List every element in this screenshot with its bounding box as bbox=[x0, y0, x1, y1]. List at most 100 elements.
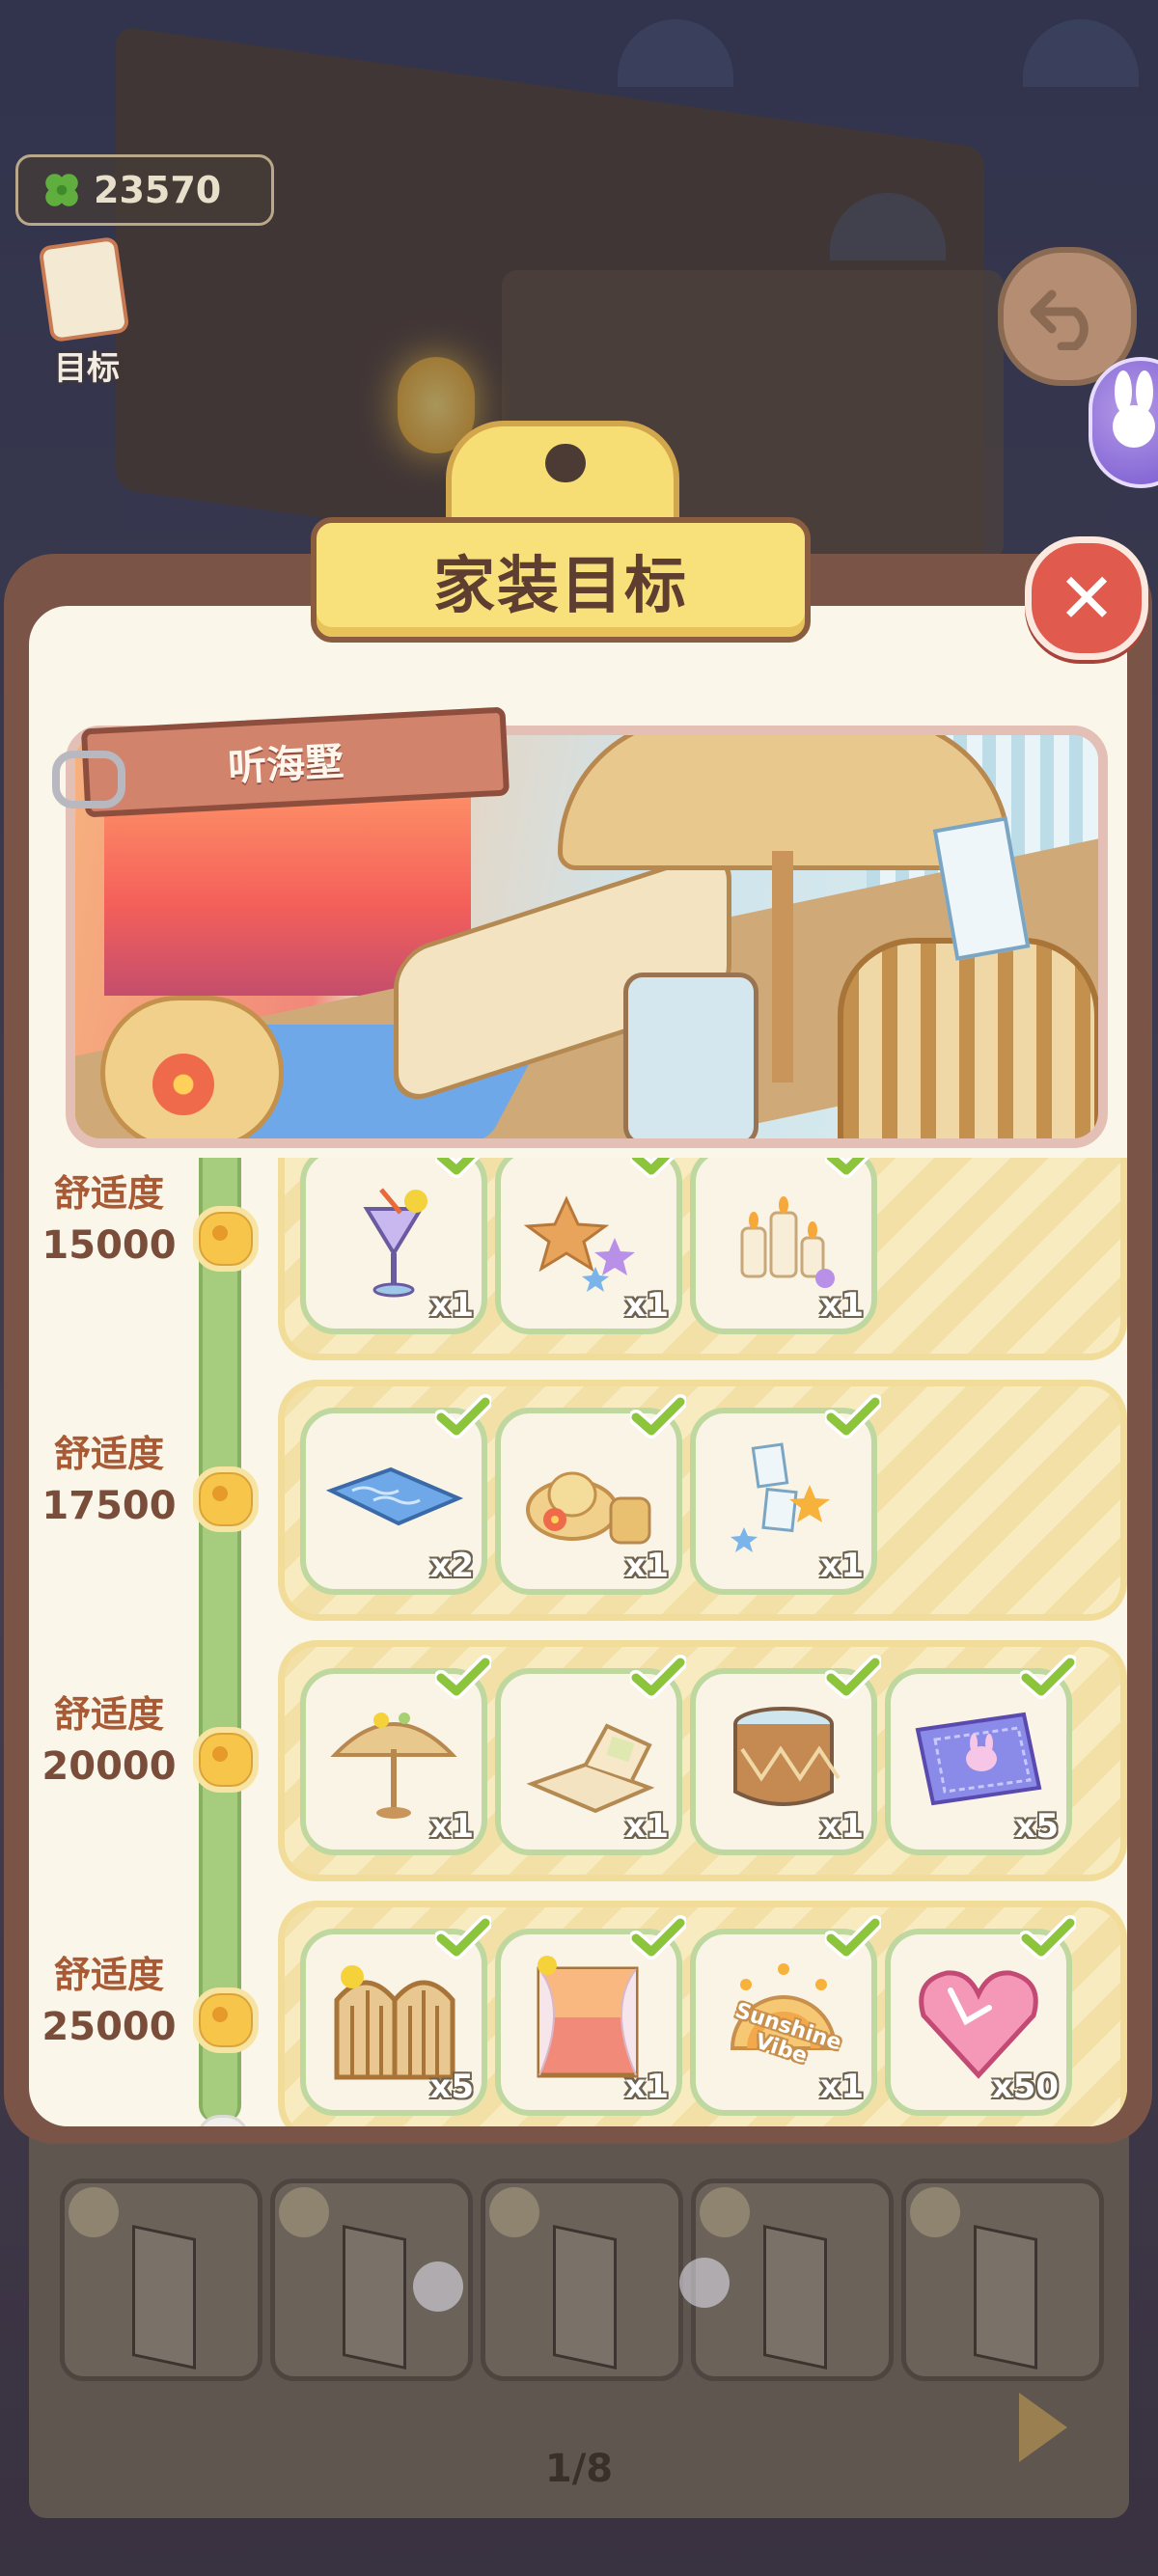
checkmark-icon bbox=[630, 1655, 686, 1699]
wallpaper-icon bbox=[132, 2224, 196, 2370]
reward-slot[interactable]: x1 bbox=[495, 1655, 686, 1855]
item-quantity: x5 bbox=[429, 2068, 474, 2106]
reward-row: x1 x1 x1 x5 bbox=[278, 1640, 1127, 1881]
comfort-value: 20000 bbox=[41, 1744, 177, 1789]
checkmark-icon bbox=[435, 1655, 491, 1699]
inventory-slot[interactable] bbox=[901, 2179, 1104, 2381]
inventory-slot[interactable] bbox=[60, 2179, 262, 2381]
reward-slot[interactable]: x5 bbox=[885, 1655, 1076, 1855]
dialog-title: 家装目标 bbox=[433, 551, 688, 622]
comfort-threshold-label: 舒适度 15000 bbox=[37, 1167, 181, 1272]
checkmark-icon bbox=[435, 1394, 491, 1439]
item-quantity: x1 bbox=[624, 1286, 669, 1325]
reward-slot[interactable]: x2 bbox=[300, 1394, 491, 1595]
inventory-slot[interactable] bbox=[481, 2179, 683, 2381]
wallpaper-icon bbox=[974, 2224, 1037, 2370]
checkmark-icon bbox=[630, 1915, 686, 1959]
dialog-content: 听海墅 舒适度 15000 x1 x1 x1 舒适度 17500 x2 x1 x1 舒适度 20000… bbox=[29, 606, 1127, 2126]
comfort-value: 25000 bbox=[41, 2005, 177, 2049]
info-icon[interactable] bbox=[910, 2187, 960, 2237]
checkmark-icon bbox=[1020, 1655, 1076, 1699]
comfort-label: 舒适度 bbox=[53, 1954, 164, 1996]
item-quantity: x50 bbox=[991, 2068, 1059, 2106]
goal-button[interactable]: 目标 bbox=[29, 235, 135, 388]
item-quantity: x1 bbox=[624, 1547, 669, 1585]
wallpaper-icon bbox=[343, 2224, 406, 2370]
comfort-label: 舒适度 bbox=[53, 1172, 164, 1215]
next-page-arrow-icon[interactable] bbox=[1019, 2393, 1067, 2462]
home-goal-dialog: 听海墅 舒适度 15000 x1 x1 x1 舒适度 17500 x2 x1 x1 舒适度 20000… bbox=[4, 554, 1152, 2144]
checkmark-icon bbox=[1020, 1915, 1076, 1959]
checkmark-icon bbox=[825, 1655, 881, 1699]
comfort-label: 舒适度 bbox=[53, 1693, 164, 1736]
reward-slot[interactable]: x1 bbox=[495, 1158, 682, 1334]
item-quantity: x1 bbox=[624, 2068, 669, 2106]
item-quantity: x1 bbox=[429, 1807, 474, 1846]
side-table bbox=[623, 973, 758, 1138]
reward-slot[interactable]: Sunshine Vibe x1 bbox=[690, 1915, 881, 2116]
reward-row: x1 x1 x1 bbox=[278, 1158, 1127, 1360]
reward-slot[interactable]: x5 bbox=[300, 1915, 491, 2116]
reward-slot[interactable]: x1 bbox=[495, 1915, 686, 2116]
item-quantity: x1 bbox=[819, 1807, 864, 1846]
checkmark-icon bbox=[630, 1158, 676, 1178]
dialog-title-tab: 家装目标 bbox=[311, 421, 811, 643]
reward-slot[interactable]: x1 bbox=[495, 1394, 686, 1595]
item-quantity: x1 bbox=[819, 1547, 864, 1585]
checkmark-icon bbox=[435, 1915, 491, 1959]
touch-indicator bbox=[413, 2261, 463, 2312]
touch-indicator bbox=[679, 2258, 730, 2308]
wallpaper-icon bbox=[763, 2224, 827, 2370]
checkmark-icon bbox=[435, 1158, 481, 1178]
goal-label: 目标 bbox=[54, 349, 120, 388]
comfort-threshold-label: 舒适度 25000 bbox=[37, 1949, 181, 2053]
currency-counter: 23570 bbox=[15, 154, 274, 226]
info-icon[interactable] bbox=[700, 2187, 750, 2237]
item-quantity: x1 bbox=[819, 1286, 864, 1325]
room-name-tag: 听海墅 bbox=[52, 706, 510, 818]
reward-slot[interactable]: x50 bbox=[885, 1915, 1076, 2116]
comfort-label: 舒适度 bbox=[53, 1433, 164, 1475]
comfort-threshold-label: 舒适度 17500 bbox=[37, 1428, 181, 1532]
milestone-node bbox=[193, 1727, 259, 1793]
comfort-threshold-label: 舒适度 20000 bbox=[37, 1688, 181, 1793]
info-icon[interactable] bbox=[69, 2187, 119, 2237]
close-icon: ✕ bbox=[1057, 558, 1117, 639]
item-quantity: x1 bbox=[624, 1807, 669, 1846]
flower-icon bbox=[152, 1054, 214, 1115]
checkmark-icon bbox=[825, 1158, 870, 1178]
checkmark-icon bbox=[825, 1915, 881, 1959]
milestone-node bbox=[193, 1987, 259, 2053]
info-icon[interactable] bbox=[279, 2187, 329, 2237]
reward-slot[interactable]: x1 bbox=[690, 1655, 881, 1855]
hang-hole bbox=[545, 444, 586, 482]
checkmark-icon bbox=[630, 1394, 686, 1439]
reward-slot[interactable]: x1 bbox=[690, 1394, 881, 1595]
bunny-icon bbox=[1113, 370, 1155, 448]
milestone-node bbox=[193, 1466, 259, 1532]
undo-arrow-icon bbox=[1030, 289, 1089, 350]
goal-clipboard-icon bbox=[38, 235, 130, 343]
checkmark-icon bbox=[825, 1394, 881, 1439]
reward-row: x5 x1 Sunshine Vibe x1 x50 bbox=[278, 1901, 1127, 2126]
reward-slot[interactable]: x1 bbox=[690, 1158, 877, 1334]
tab-knob bbox=[446, 421, 679, 533]
milestone-node bbox=[193, 1206, 259, 1272]
comfort-value: 17500 bbox=[41, 1484, 177, 1528]
reward-row: x2 x1 x1 bbox=[278, 1380, 1127, 1621]
garden-gate bbox=[838, 938, 1098, 1138]
wallpaper-icon bbox=[553, 2224, 617, 2370]
bunny-event-button[interactable] bbox=[1089, 357, 1158, 488]
item-quantity: x1 bbox=[819, 2068, 864, 2106]
close-button[interactable]: ✕ bbox=[1025, 536, 1148, 660]
clover-icon bbox=[45, 174, 78, 206]
progress-rail bbox=[199, 1158, 241, 2123]
reward-slot[interactable]: x1 bbox=[300, 1158, 487, 1334]
comfort-value: 15000 bbox=[41, 1223, 177, 1268]
umbrella-pole bbox=[772, 851, 793, 1082]
info-icon[interactable] bbox=[489, 2187, 539, 2237]
goal-timeline[interactable]: 舒适度 15000 x1 x1 x1 舒适度 17500 x2 x1 x1 舒适度 20000 x1 x1… bbox=[29, 1158, 1127, 2126]
reward-slot[interactable]: x1 bbox=[300, 1655, 491, 1855]
page-indicator: 1/8 bbox=[544, 2447, 614, 2491]
item-quantity: x1 bbox=[429, 1286, 474, 1325]
